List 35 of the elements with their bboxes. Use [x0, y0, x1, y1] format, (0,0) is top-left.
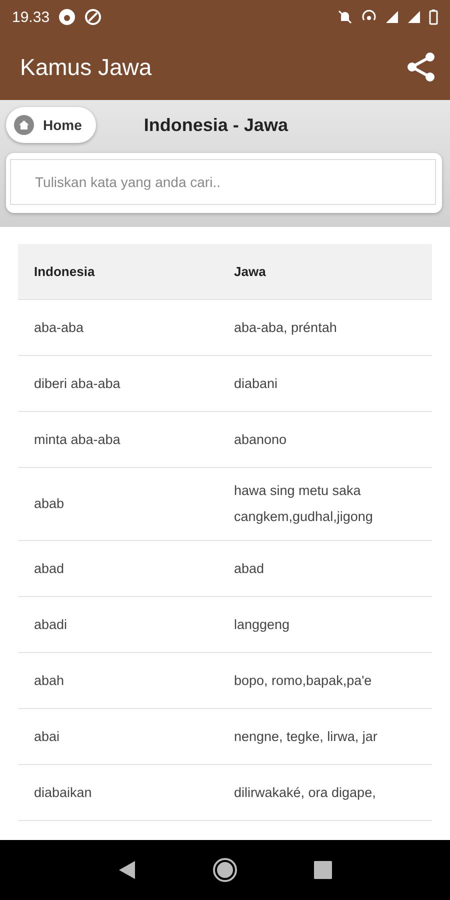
battery-icon — [429, 9, 438, 25]
status-time: 19.33 — [12, 8, 50, 26]
home-button[interactable]: Home — [6, 107, 96, 143]
table-cell-text: aba-aba — [33, 318, 85, 336]
column-header: Jawa — [233, 264, 267, 279]
table-cell-text: hawa sing metu saka cangkem,gudhal,jigong — [233, 482, 374, 526]
table-cell-text: aba-aba, préntah — [233, 318, 338, 337]
table-cell-text: nengne, tegke, lirwa, jar — [233, 728, 378, 746]
home-nav-icon[interactable] — [212, 857, 238, 883]
table-cell-text: abad — [233, 560, 266, 578]
home-icon — [14, 115, 34, 135]
table-cell-text: abad — [33, 560, 66, 578]
table-cell-text: diberi aba-aba — [33, 374, 122, 392]
page-title: Indonesia - Jawa — [144, 114, 288, 136]
back-icon[interactable] — [118, 860, 136, 880]
table-cell-text: bopo, romo,bapak,pa'e — [233, 672, 373, 690]
column-header: Indonesia — [33, 264, 96, 279]
muted-bell-icon — [337, 9, 353, 25]
table-cell-text: minta aba-aba — [33, 430, 122, 448]
table-cell-text: dilirwakaké, ora digape, — [233, 784, 377, 802]
search-field[interactable]: Tuliskan kata yang anda cari.. — [10, 159, 436, 205]
app-title: Kamus Jawa — [20, 54, 153, 80]
app-notification-icon — [84, 8, 102, 26]
table-cell-text: abadi — [33, 616, 68, 634]
table-cell-text: abah — [33, 672, 66, 690]
signal-icon — [385, 10, 399, 24]
app-notification-icon — [58, 8, 76, 26]
table-cell-text: abanono — [233, 430, 288, 448]
table-cell-text: langgeng — [233, 616, 291, 634]
table-cell-text: diabani — [233, 374, 279, 392]
table-cell-text: abab — [33, 495, 66, 513]
signal-icon — [407, 10, 421, 24]
table-cell-text: diabaikan — [33, 784, 93, 802]
share-icon[interactable] — [406, 52, 436, 82]
table-cell-text: abai — [33, 728, 61, 746]
